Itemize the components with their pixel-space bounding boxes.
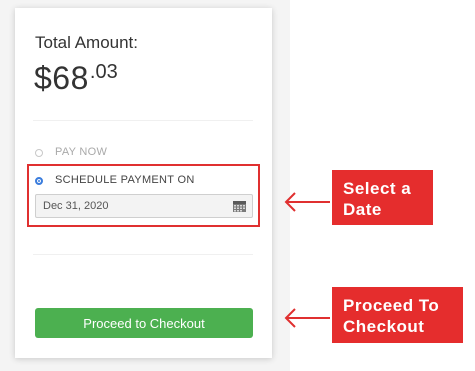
total-amount-value: $68.03 — [34, 60, 118, 97]
total-amount-label: Total Amount: — [35, 33, 139, 52]
callout-proceed-to-checkout: Proceed To Checkout — [332, 287, 463, 343]
callout-line: Select a — [343, 179, 412, 198]
payment-card: Total Amount: $68.03 PAY NOW SCHEDULE PA… — [15, 8, 272, 358]
divider — [33, 254, 253, 255]
schedule-payment-label[interactable]: SCHEDULE PAYMENT ON — [55, 174, 195, 186]
amount-dollars: $68 — [34, 60, 89, 96]
schedule-date-input[interactable]: Dec 31, 2020 — [35, 194, 253, 218]
callout-line: Date — [343, 200, 382, 219]
proceed-to-checkout-button[interactable]: Proceed to Checkout — [35, 308, 253, 338]
callout-line: Checkout — [343, 317, 425, 336]
amount-cents: .03 — [89, 61, 118, 83]
callout-line: Proceed To — [343, 296, 440, 315]
pay-now-radio[interactable] — [35, 149, 43, 157]
divider — [33, 120, 253, 121]
date-value: Dec 31, 2020 — [43, 200, 109, 212]
arrow-left-icon — [284, 308, 330, 328]
callout-select-date: Select a Date — [332, 170, 433, 225]
pay-now-label[interactable]: PAY NOW — [55, 146, 107, 158]
arrow-left-icon — [284, 192, 330, 212]
calendar-icon[interactable] — [233, 201, 246, 212]
schedule-payment-radio[interactable] — [35, 177, 43, 185]
